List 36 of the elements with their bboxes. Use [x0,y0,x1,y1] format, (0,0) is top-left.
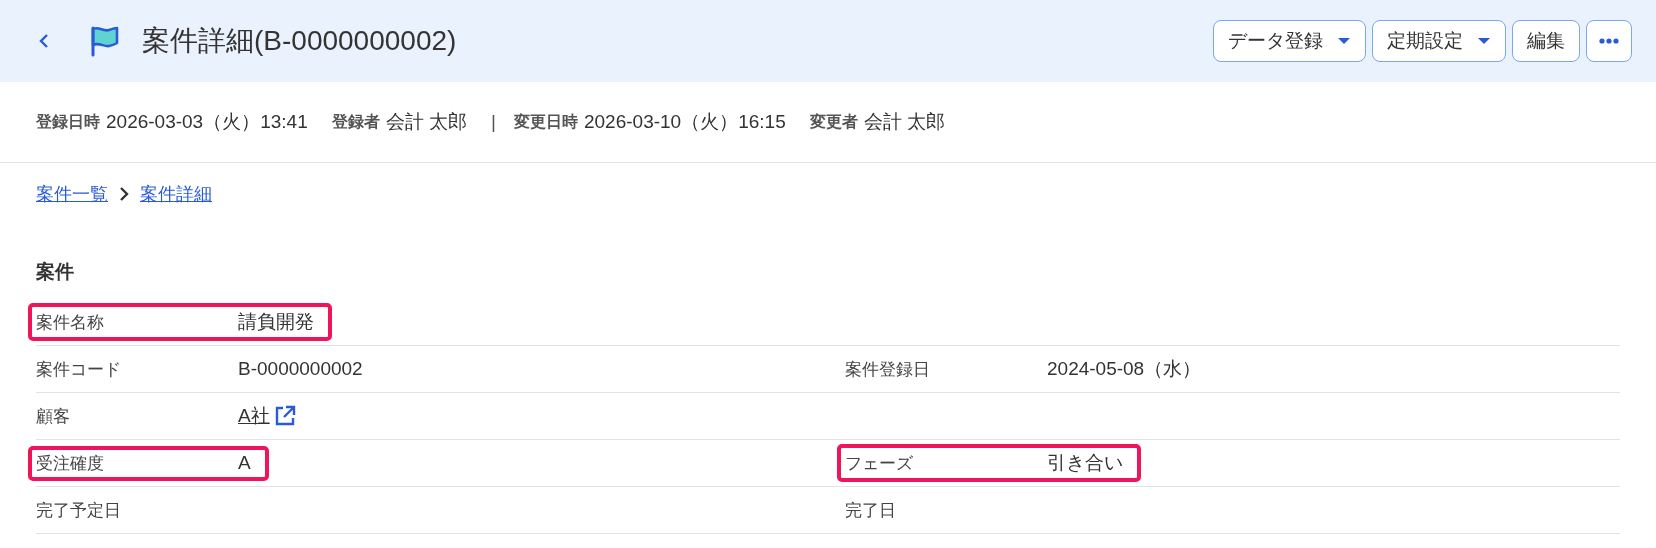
meta-label: 変更者 [809,111,858,132]
page-title: 案件詳細(B-0000000002) [142,24,458,58]
field-label: 案件名称 [36,311,105,334]
meta-value: 会計 太郎 [385,110,468,134]
external-link-icon[interactable] [273,405,296,427]
chevron-icon [118,187,130,201]
field-value: A [238,452,251,474]
field-label: 完了日 [845,499,897,522]
section-title: 案件 [36,260,74,284]
field-label: 完了予定日 [36,499,122,522]
meta-value: 2026-03-03（火）13:41 [106,110,308,134]
caret-icon [1337,37,1351,45]
field-value: 2024-05-08（水） [1047,357,1202,381]
field-value: B-0000000002 [238,358,363,380]
customer-link[interactable]: A社 [238,403,270,429]
more-button[interactable] [1586,20,1632,62]
dropdown-button[interactable]: 定期設定 [1372,20,1506,62]
dropdown-button[interactable]: データ登録 [1213,20,1366,62]
meta-label: 登録日時 [36,111,100,132]
edit-button[interactable]: 編集 [1512,20,1580,62]
separator: | [491,111,496,133]
field-label: 案件登録日 [845,358,931,381]
more-icon [1599,38,1619,44]
meta-value: 2026-03-10（火）16:15 [583,110,786,134]
meta-value: 会計 太郎 [863,110,945,134]
field-value: 引き合い [1047,451,1123,475]
caret-icon [1477,37,1491,45]
field-label: 顧客 [36,405,71,428]
meta-label: 変更日時 [513,111,578,132]
breadcrumb-link[interactable]: 案件一覧 [36,182,108,206]
meta-label: 登録者 [331,111,380,132]
breadcrumb-link[interactable]: 案件詳細 [140,182,212,206]
field-label: 受注確度 [36,452,105,475]
field-label: 案件コード [36,358,122,381]
field-label: フェーズ [845,452,914,475]
field-value: 請負開発 [238,310,314,334]
